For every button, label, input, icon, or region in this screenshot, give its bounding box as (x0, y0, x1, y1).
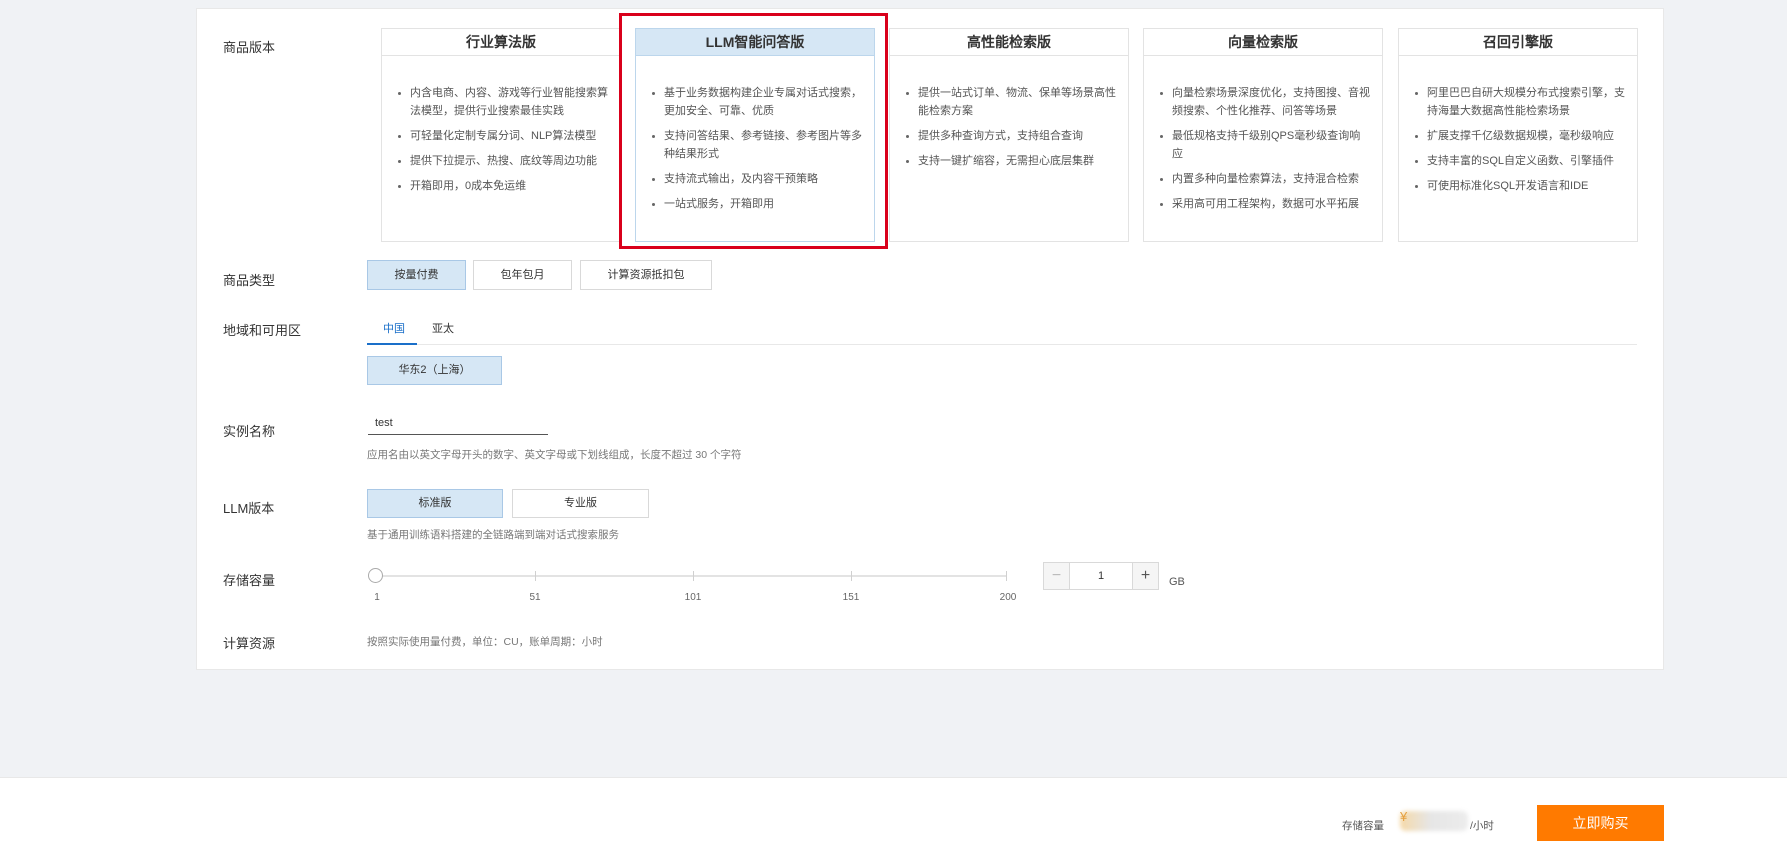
compute-hint: 按照实际使用量付费，单位：CU，账单周期：小时 (367, 636, 603, 648)
slider-tick-label: 1 (374, 592, 380, 603)
tabs-divider (367, 344, 1637, 345)
edition-feature: 支持丰富的SQL自定义函数、引擎插件 (1415, 152, 1625, 170)
instance-name-hint: 应用名由以英文字母开头的数字、英文字母或下划线组成，长度不超过 30 个字符 (367, 449, 742, 461)
edition-card-vector[interactable]: 向量检索版 向量检索场景深度优化，支持图搜、音视频搜索、个性化推荐、问答等场景 … (1143, 28, 1383, 242)
storage-value-input[interactable] (1071, 563, 1131, 589)
edition-feature: 提供一站式订单、物流、保单等场景高性能检索方案 (906, 84, 1116, 120)
edition-card-performance[interactable]: 高性能检索版 提供一站式订单、物流、保单等场景高性能检索方案 提供多种查询方式，… (889, 28, 1129, 242)
compute-label: 计算资源 (223, 636, 276, 651)
edition-feature: 提供下拉提示、热搜、底纹等周边功能 (398, 152, 608, 170)
professional-edition-option[interactable]: 专业版 (512, 489, 649, 518)
edition-title: 高性能检索版 (890, 29, 1128, 56)
edition-title: 召回引擎版 (1399, 29, 1637, 56)
region-label: 地域和可用区 (223, 323, 302, 338)
order-form-panel: 商品版本 行业算法版 内含电商、内容、游戏等行业智能搜索算法模型，提供行业搜索最… (196, 8, 1664, 670)
checkout-bar: 存储容量 ¥ /小时 立即购买 (0, 777, 1787, 860)
edition-feature: 向量检索场景深度优化，支持图搜、音视频搜索、个性化推荐、问答等场景 (1160, 84, 1370, 120)
buy-now-button[interactable]: 立即购买 (1537, 805, 1664, 841)
edition-feature: 阿里巴巴自研大规模分布式搜索引擎，支持海量大数据高性能检索场景 (1415, 84, 1625, 120)
edition-feature: 最低规格支持千级别QPS毫秒级查询响应 (1160, 127, 1370, 163)
tab-asia-pacific[interactable]: 亚太 (432, 320, 454, 336)
slider-tick (535, 571, 536, 581)
edition-feature: 基于业务数据构建企业专属对话式搜索，更加安全、可靠、优质 (652, 84, 862, 120)
storage-unit: GB (1169, 576, 1185, 588)
edition-title: 行业算法版 (382, 29, 620, 56)
currency-symbol: ¥ (1400, 809, 1408, 824)
pay-as-you-go-option[interactable]: 按量付费 (367, 260, 466, 290)
edition-feature: 采用高可用工程架构，数据可水平拓展 (1160, 195, 1370, 213)
edition-card-industry[interactable]: 行业算法版 内含电商、内容、游戏等行业智能搜索算法模型，提供行业搜索最佳实践 可… (381, 28, 621, 242)
decrement-button[interactable]: − (1044, 563, 1070, 589)
storage-slider-track[interactable] (376, 575, 1007, 577)
active-tab-indicator (367, 343, 417, 345)
llm-version-hint: 基于通用训练语料搭建的全链路端到端对话式搜索服务 (367, 529, 619, 541)
edition-card-llm[interactable]: LLM智能问答版 基于业务数据构建企业专属对话式搜索，更加安全、可靠、优质 支持… (635, 28, 875, 242)
edition-feature: 提供多种查询方式，支持组合查询 (906, 127, 1116, 145)
tab-china[interactable]: 中国 (383, 320, 405, 336)
edition-feature: 开箱即用，0成本免运维 (398, 177, 608, 195)
slider-tick-label: 200 (999, 592, 1017, 603)
subscription-option[interactable]: 包年包月 (473, 260, 572, 290)
edition-feature: 内置多种向量检索算法，支持混合检索 (1160, 170, 1370, 188)
storage-label: 存储容量 (223, 573, 276, 588)
edition-feature: 扩展支撑千亿级数据规模，毫秒级响应 (1415, 127, 1625, 145)
price-unit: /小时 (1470, 820, 1494, 832)
slider-tick (693, 571, 694, 581)
slider-tick (851, 571, 852, 581)
zone-option-east2-shanghai[interactable]: 华东2（上海） (367, 356, 502, 385)
edition-feature: 一站式服务，开箱即用 (652, 195, 862, 213)
price-label: 存储容量 (1342, 820, 1384, 832)
product-type-label: 商品类型 (223, 273, 276, 288)
edition-feature: 可轻量化定制专属分词、NLP算法模型 (398, 127, 608, 145)
increment-button[interactable]: + (1132, 563, 1158, 589)
edition-feature: 可使用标准化SQL开发语言和IDE (1415, 177, 1625, 195)
edition-feature: 支持流式输出，及内容干预策略 (652, 170, 862, 188)
slider-tick (1006, 571, 1007, 581)
llm-version-label: LLM版本 (223, 501, 275, 516)
edition-label: 商品版本 (223, 40, 276, 55)
storage-slider-handle[interactable] (368, 568, 383, 583)
edition-feature: 支持问答结果、参考链接、参考图片等多种结果形式 (652, 127, 862, 163)
standard-edition-option[interactable]: 标准版 (367, 489, 503, 518)
edition-feature: 支持一键扩缩容，无需担心底层集群 (906, 152, 1116, 170)
slider-tick-label: 51 (529, 592, 541, 603)
edition-feature: 内含电商、内容、游戏等行业智能搜索算法模型，提供行业搜索最佳实践 (398, 84, 608, 120)
redacted-price (1400, 811, 1468, 831)
edition-title: 向量检索版 (1144, 29, 1382, 56)
instance-name-label: 实例名称 (223, 424, 276, 439)
compute-package-option[interactable]: 计算资源抵扣包 (580, 260, 712, 290)
edition-title: LLM智能问答版 (636, 29, 874, 56)
instance-name-input[interactable] (368, 411, 548, 435)
storage-stepper: − + (1043, 562, 1159, 590)
edition-card-recall[interactable]: 召回引擎版 阿里巴巴自研大规模分布式搜索引擎，支持海量大数据高性能检索场景 扩展… (1398, 28, 1638, 242)
slider-tick-label: 101 (684, 592, 702, 603)
slider-tick-label: 151 (842, 592, 860, 603)
